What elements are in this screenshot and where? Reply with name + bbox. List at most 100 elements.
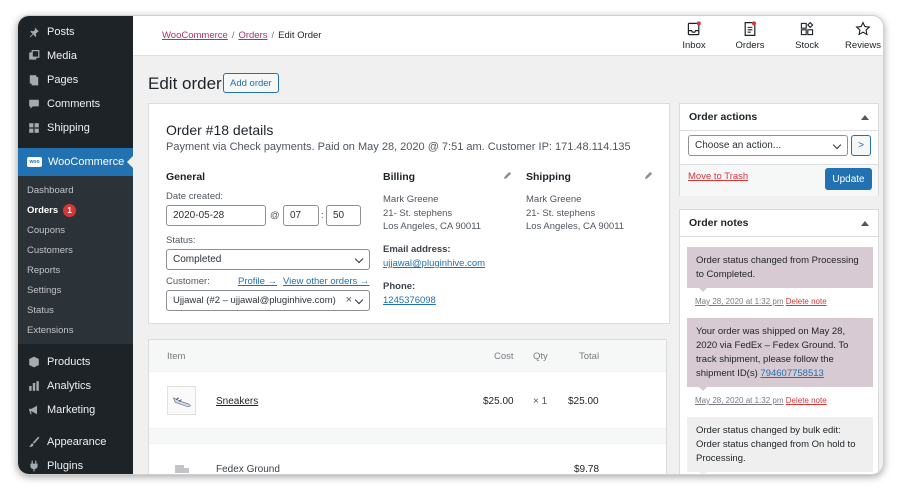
product-sneakers-link[interactable]: Sneakers — [216, 396, 258, 407]
sidebar-item-marketing[interactable]: Marketing — [18, 398, 133, 422]
view-other-orders-link[interactable]: View other orders → — [283, 276, 369, 287]
tracking-number-link[interactable]: 794607758513 — [760, 368, 823, 379]
browser-frame: Posts Media Pages Comments Shipping woo … — [17, 15, 884, 475]
order-notes-header[interactable]: Order notes — [680, 210, 878, 237]
sidebar-item-label: Appearance — [47, 436, 107, 448]
submenu-item-settings[interactable]: Settings — [18, 280, 133, 300]
sidebar-item-appearance[interactable]: Appearance — [18, 430, 133, 454]
order-details-panel: Order #18 details Payment via Check paym… — [148, 103, 670, 324]
general-heading: General — [166, 171, 206, 183]
note-text: Order status changed by bulk edit: Order… — [696, 425, 856, 464]
order-note: Order status changed from Processing to … — [687, 247, 873, 292]
customer-profile-link[interactable]: Profile → — [238, 276, 277, 287]
toolbar-label: Inbox — [682, 40, 706, 51]
sidebar-item-label: Shipping — [47, 122, 90, 134]
date-created-input[interactable]: 2020-05-28 — [166, 205, 266, 226]
woocommerce-icon: woo — [27, 157, 42, 167]
sidebar-item-label: Comments — [47, 98, 101, 110]
order-actions-title: Order actions — [689, 111, 758, 123]
sidebar-item-comments[interactable]: Comments — [18, 92, 133, 116]
customer-select[interactable]: Ujjawal (#2 – ujjawal@pluginhive.com) × — [166, 290, 370, 311]
grid-icon — [27, 122, 40, 135]
order-heading: Order #18 details — [166, 122, 274, 138]
move-to-trash-link[interactable]: Move to Trash — [688, 171, 748, 182]
toolbar-reviews-button[interactable]: Reviews — [838, 21, 883, 51]
billing-email-link[interactable]: ujjawal@pluginhive.com — [383, 258, 485, 269]
toolbar-inbox-button[interactable]: Inbox — [669, 21, 719, 51]
stock-icon — [800, 21, 814, 36]
submenu-item-dashboard[interactable]: Dashboard — [18, 180, 133, 200]
pages-icon — [27, 74, 40, 87]
orders-icon — [744, 21, 756, 36]
sidebar-item-products[interactable]: Products — [18, 350, 133, 374]
sidebar-item-woocommerce[interactable]: woo WooCommerce — [18, 148, 133, 176]
note-meta: May 28, 2020 at 1:32 pm Delete note — [695, 396, 827, 405]
sidebar-item-analytics[interactable]: Analytics — [18, 374, 133, 398]
delete-note-link[interactable]: Delete note — [786, 396, 827, 405]
submenu-item-extensions[interactable]: Extensions — [18, 320, 133, 340]
sidebar-item-plugins[interactable]: Plugins — [18, 454, 133, 474]
bar-chart-icon — [27, 380, 40, 393]
submenu-label: Orders — [27, 204, 59, 216]
sidebar-item-posts[interactable]: Posts — [18, 20, 133, 44]
submenu-item-reports[interactable]: Reports — [18, 260, 133, 280]
breadcrumb-separator: / — [231, 30, 235, 41]
sneakers-thumbnail[interactable] — [167, 386, 196, 415]
hour-input[interactable]: 07 — [283, 205, 319, 226]
apply-action-button[interactable]: > — [851, 135, 871, 156]
megaphone-icon — [27, 404, 40, 417]
box-icon — [27, 356, 40, 369]
sidebar-item-label: Products — [47, 356, 91, 368]
breadcrumb-separator: / — [271, 30, 275, 41]
sidebar-item-label: Media — [47, 50, 77, 62]
note-text: Order status changed from Processing to … — [696, 255, 859, 280]
inbox-icon — [687, 21, 701, 36]
order-action-select[interactable]: Choose an action... — [688, 135, 848, 156]
item-column-header: Item — [167, 351, 186, 362]
page-title: Edit order — [148, 74, 222, 93]
billing-phone-link[interactable]: 1245376098 — [383, 295, 436, 306]
sidebar-item-pages[interactable]: Pages — [18, 68, 133, 92]
status-select[interactable]: Completed — [166, 249, 370, 270]
order-actions-panel: Order actions Choose an action... > Move… — [679, 103, 879, 196]
comment-icon — [27, 98, 40, 111]
collapse-caret-icon[interactable] — [861, 221, 869, 226]
note-meta: May 28, 2020 at 1:32 pm Delete note — [695, 297, 827, 306]
order-notes-panel: Order notes Order status changed from Pr… — [679, 209, 879, 474]
update-button[interactable]: Update — [825, 168, 872, 190]
plug-icon — [27, 460, 40, 473]
order-actions-header[interactable]: Order actions — [680, 104, 878, 131]
toolbar-label: Stock — [795, 40, 819, 51]
delete-note-link[interactable]: Delete note — [786, 297, 827, 306]
order-note: Order status changed by bulk edit: Order… — [687, 417, 873, 474]
sidebar-item-label: Posts — [47, 26, 75, 38]
submenu-item-status[interactable]: Status — [18, 300, 133, 320]
add-order-button[interactable]: Add order — [223, 73, 279, 93]
toolbar-orders-button[interactable]: Orders — [725, 21, 775, 51]
breadcrumb-orders-link[interactable]: Orders — [238, 30, 267, 41]
sidebar-item-shipping[interactable]: Shipping — [18, 116, 133, 140]
shoe-image — [172, 397, 192, 408]
sidebar-item-media[interactable]: Media — [18, 44, 133, 68]
collapse-caret-icon[interactable] — [861, 115, 869, 120]
breadcrumb-current: Edit Order — [278, 30, 322, 41]
order-note: Your order was shipped on May 28, 2020 v… — [687, 318, 873, 391]
items-divider — [149, 428, 666, 444]
minute-input[interactable]: 50 — [326, 205, 361, 226]
edit-shipping-pencil-icon[interactable] — [644, 171, 653, 180]
shipping-truck-icon — [175, 465, 189, 473]
toolbar-label: Reviews — [845, 40, 881, 51]
breadcrumb-woocommerce-link[interactable]: WooCommerce — [162, 30, 228, 41]
clear-customer-icon[interactable]: × — [346, 294, 352, 306]
submenu-item-coupons[interactable]: Coupons — [18, 220, 133, 240]
toolbar-stock-button[interactable]: Stock — [782, 21, 832, 51]
submenu-item-orders[interactable]: Orders 1 — [18, 200, 133, 220]
email-label: Email address: — [383, 244, 451, 255]
billing-address: Mark Greene 21- St. stephens Los Angeles… — [383, 194, 482, 232]
total-column-header: Total — [579, 351, 600, 362]
toolbar-label: Orders — [735, 40, 765, 51]
edit-billing-pencil-icon[interactable] — [503, 171, 512, 180]
submenu-item-customers[interactable]: Customers — [18, 240, 133, 260]
product-total: $25.00 — [568, 396, 599, 407]
woocommerce-submenu: Dashboard Orders 1 Coupons Customers Repo… — [18, 176, 133, 344]
